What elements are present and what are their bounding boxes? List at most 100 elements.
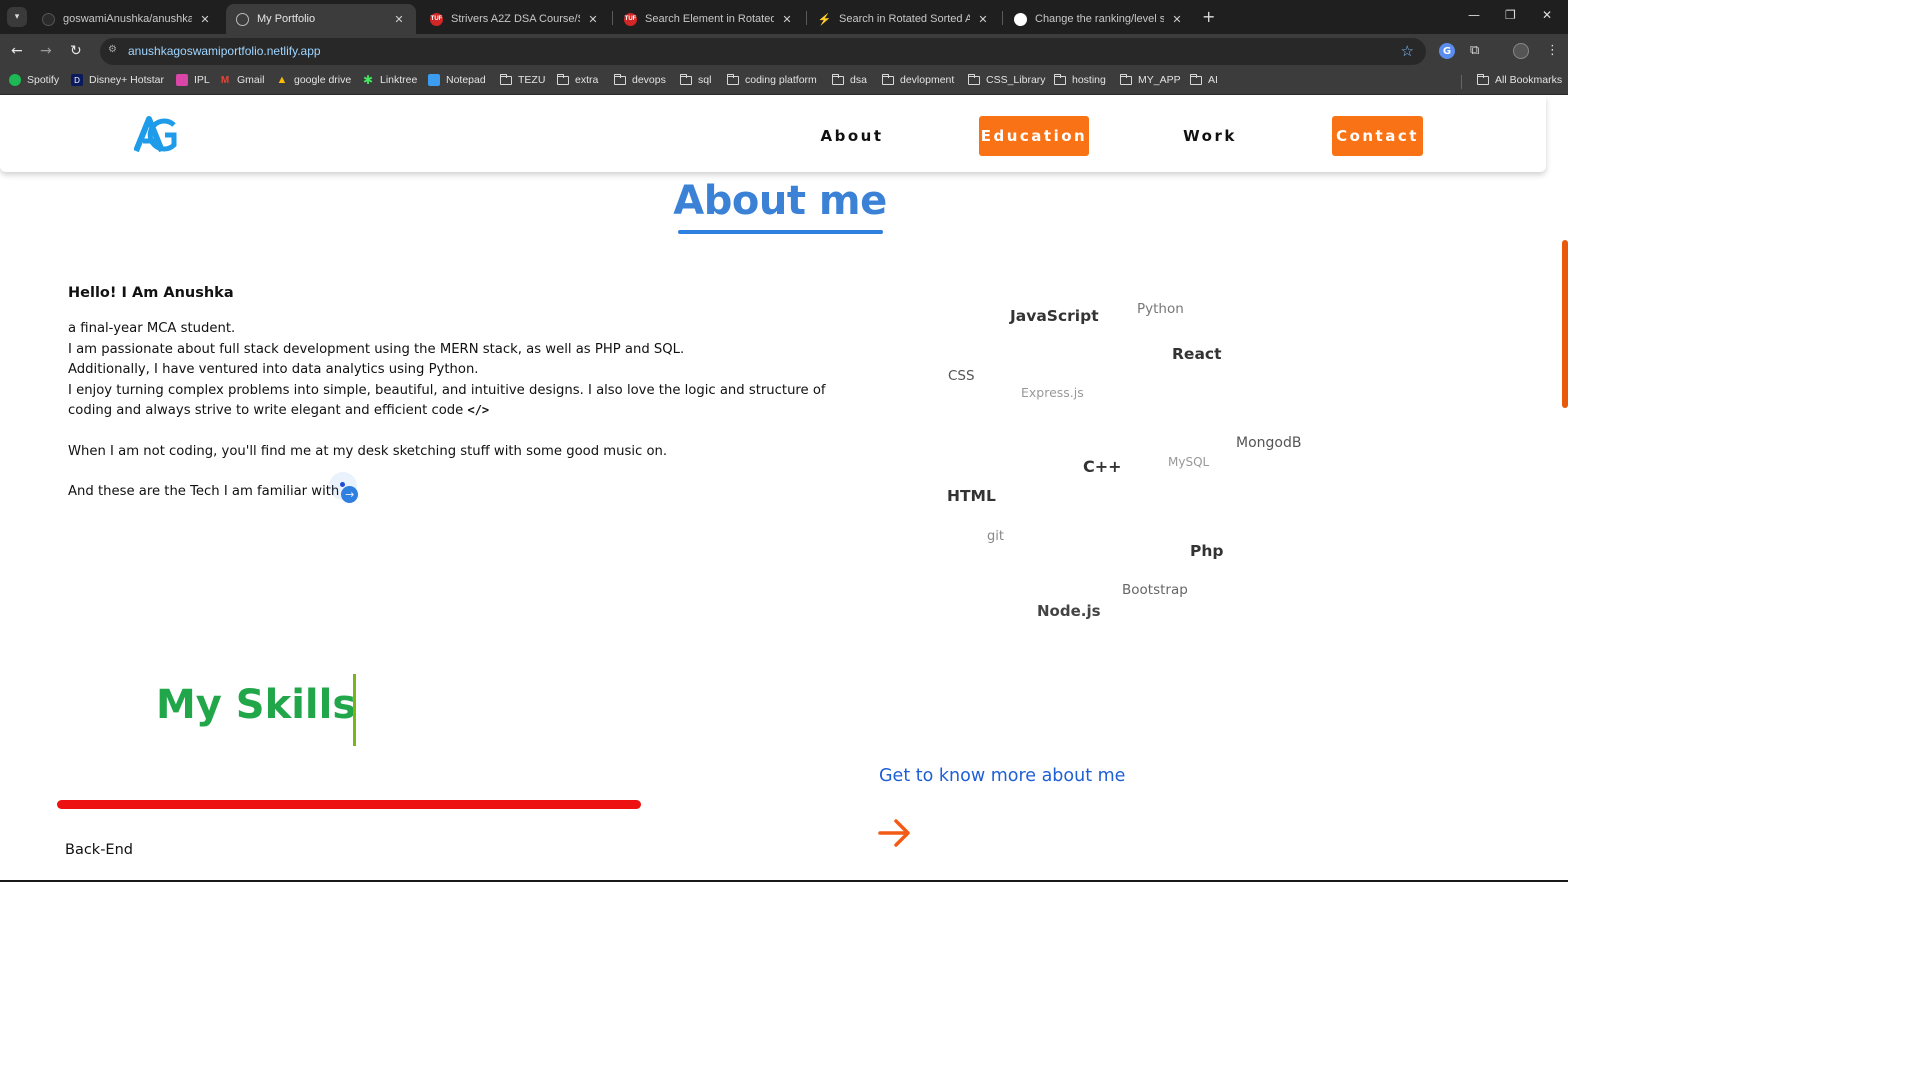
intro-line-text: And these are the Tech I am familiar wit… xyxy=(68,484,340,499)
skill-label-backend: Back-End xyxy=(65,842,133,858)
restore-icon[interactable]: ❐ xyxy=(1505,8,1516,22)
bookmark-folder-css-library[interactable]: CSS_Library xyxy=(968,73,1046,86)
back-arrow-icon[interactable]: ← xyxy=(11,42,23,60)
bookmark-spotify[interactable]: Spotify xyxy=(9,74,59,86)
tab-title: Change the ranking/level syster xyxy=(1035,13,1164,25)
cursor-dot xyxy=(340,482,345,487)
bookmark-ipl[interactable]: IPL xyxy=(176,74,210,86)
close-icon[interactable]: ✕ xyxy=(586,13,600,26)
bookmark-folder-sql[interactable]: sql xyxy=(680,73,711,86)
folder-icon xyxy=(882,73,894,85)
intro-line: a final-year MCA student. xyxy=(68,321,236,336)
gmail-icon: M xyxy=(220,74,230,86)
tab-search-chevron-icon[interactable]: ▾ xyxy=(7,7,27,27)
window-bottom-edge xyxy=(0,880,1568,882)
folder-icon xyxy=(1190,73,1202,85)
typing-caret xyxy=(353,674,356,746)
bookmark-folder-hosting[interactable]: hosting xyxy=(1054,73,1106,86)
ipl-icon xyxy=(176,74,188,86)
skills-title: My Skills xyxy=(156,682,357,728)
bookmark-folder-my-app[interactable]: MY_APP xyxy=(1120,73,1181,86)
page-scrollbar[interactable] xyxy=(1560,96,1568,882)
tech-nodejs: Node.js xyxy=(1037,602,1101,620)
tab-my-portfolio[interactable]: My Portfolio ✕ xyxy=(226,4,416,34)
bookmark-notepad[interactable]: Notepad xyxy=(428,74,486,86)
folder-icon xyxy=(500,73,512,85)
folder-icon xyxy=(727,73,739,85)
intro-line-with-code: coding and always strive to write elegan… xyxy=(68,403,489,418)
github-icon xyxy=(1014,12,1027,26)
all-bookmarks-button[interactable]: All Bookmarks xyxy=(1477,73,1562,86)
address-bar[interactable]: ⚙ anushkagoswamiportfolio.netlify.app ☆ xyxy=(100,38,1426,65)
nav-contact[interactable]: Contact xyxy=(1332,116,1423,156)
intro-line-text: coding and always strive to write elegan… xyxy=(68,403,464,418)
close-icon[interactable]: ✕ xyxy=(392,13,406,26)
leetcode-icon: ⚡ xyxy=(817,13,832,26)
extensions-puzzle-icon[interactable]: ⧉ xyxy=(1470,43,1479,58)
folder-icon xyxy=(832,73,844,85)
site-info-icon[interactable]: ⚙ xyxy=(108,44,124,60)
folder-icon xyxy=(1054,73,1066,85)
tech-javascript: JavaScript xyxy=(1010,307,1099,325)
bookmark-star-icon[interactable]: ☆ xyxy=(1401,42,1414,60)
tab-title: goswamiAnushka/anushka_por xyxy=(63,13,192,25)
tab-title: Search Element in Rotated Sorte xyxy=(645,13,774,25)
hotstar-icon: D xyxy=(71,74,83,86)
tab-github-issue[interactable]: Change the ranking/level syster ✕ xyxy=(1004,4,1194,34)
bookmark-hotstar[interactable]: D Disney+ Hotstar xyxy=(71,74,164,86)
tab-title: My Portfolio xyxy=(257,13,316,25)
nav-about[interactable]: About xyxy=(816,116,888,156)
site-navbar: About Education Work Contact xyxy=(0,96,1546,172)
nav-education[interactable]: Education xyxy=(979,116,1089,156)
minimize-icon[interactable]: — xyxy=(1468,8,1480,22)
bookmark-linktree[interactable]: ✱ Linktree xyxy=(362,73,417,87)
scrollbar-thumb[interactable] xyxy=(1562,240,1568,408)
tab-search-rotated-leetcode[interactable]: ⚡ Search in Rotated Sorted Array ✕ xyxy=(808,4,1000,34)
bookmark-folder-devlopment[interactable]: devlopment xyxy=(882,73,954,86)
bookmark-folder-dsa[interactable]: dsa xyxy=(832,73,867,86)
bookmark-folder-ai[interactable]: AI xyxy=(1190,73,1218,86)
tab-separator xyxy=(612,11,613,25)
tech-mysql: MySQL xyxy=(1168,455,1210,469)
bookmark-folder-coding-platform[interactable]: coding platform xyxy=(727,73,817,86)
page-viewport: About Education Work Contact About me He… xyxy=(0,96,1568,882)
bookmark-gmail[interactable]: M Gmail xyxy=(219,74,265,86)
new-tab-button[interactable]: + xyxy=(1202,7,1215,26)
tab-github-repo[interactable]: goswamiAnushka/anushka_por ✕ xyxy=(32,4,222,34)
intro-line: When I am not coding, you'll find me at … xyxy=(68,444,668,459)
folder-icon xyxy=(968,73,980,85)
ag-logo-icon[interactable] xyxy=(134,115,178,153)
url-text[interactable]: anushkagoswamiportfolio.netlify.app xyxy=(128,44,321,58)
folder-icon xyxy=(1477,73,1489,85)
bookmark-folder-devops[interactable]: devops xyxy=(614,73,666,86)
forward-arrow-icon[interactable]: → xyxy=(40,42,52,60)
window-close-icon[interactable]: ✕ xyxy=(1542,8,1552,22)
tech-expressjs: Express.js xyxy=(1021,385,1084,400)
close-icon[interactable]: ✕ xyxy=(1170,13,1184,26)
close-icon[interactable]: ✕ xyxy=(198,13,212,26)
profile-avatar[interactable] xyxy=(1513,43,1529,59)
tuf-icon: TUF xyxy=(624,12,637,26)
know-more-link[interactable]: Get to know more about me xyxy=(879,766,1125,786)
bookmark-folder-extra[interactable]: extra xyxy=(557,73,598,86)
github-icon xyxy=(42,12,55,26)
tab-search-rotated-tuf[interactable]: TUF Search Element in Rotated Sorte ✕ xyxy=(614,4,804,34)
bookmark-folder-tezu[interactable]: TEZU xyxy=(500,73,545,86)
extension-g-icon[interactable]: G xyxy=(1439,43,1455,59)
arrow-right-icon[interactable] xyxy=(876,814,914,852)
reload-icon[interactable]: ↻ xyxy=(70,42,82,60)
tuf-icon: TUF xyxy=(430,12,443,26)
menu-kebab-icon[interactable]: ⋮ xyxy=(1546,43,1559,58)
tech-cpp: C++ xyxy=(1083,457,1122,476)
close-icon[interactable]: ✕ xyxy=(976,13,990,26)
intro-line: Additionally, I have ventured into data … xyxy=(68,362,479,377)
close-icon[interactable]: ✕ xyxy=(780,13,794,26)
folder-icon xyxy=(557,73,569,85)
folder-icon xyxy=(614,73,626,85)
nav-work[interactable]: Work xyxy=(1178,116,1242,156)
tab-strivers-sheet[interactable]: TUF Strivers A2Z DSA Course/Sheet ✕ xyxy=(420,4,610,34)
tech-bootstrap: Bootstrap xyxy=(1122,582,1188,598)
tech-git: git xyxy=(987,529,1004,544)
bookmark-google-drive[interactable]: ▲ google drive xyxy=(276,74,352,86)
arrow-right-circle-icon[interactable]: → xyxy=(329,472,359,503)
